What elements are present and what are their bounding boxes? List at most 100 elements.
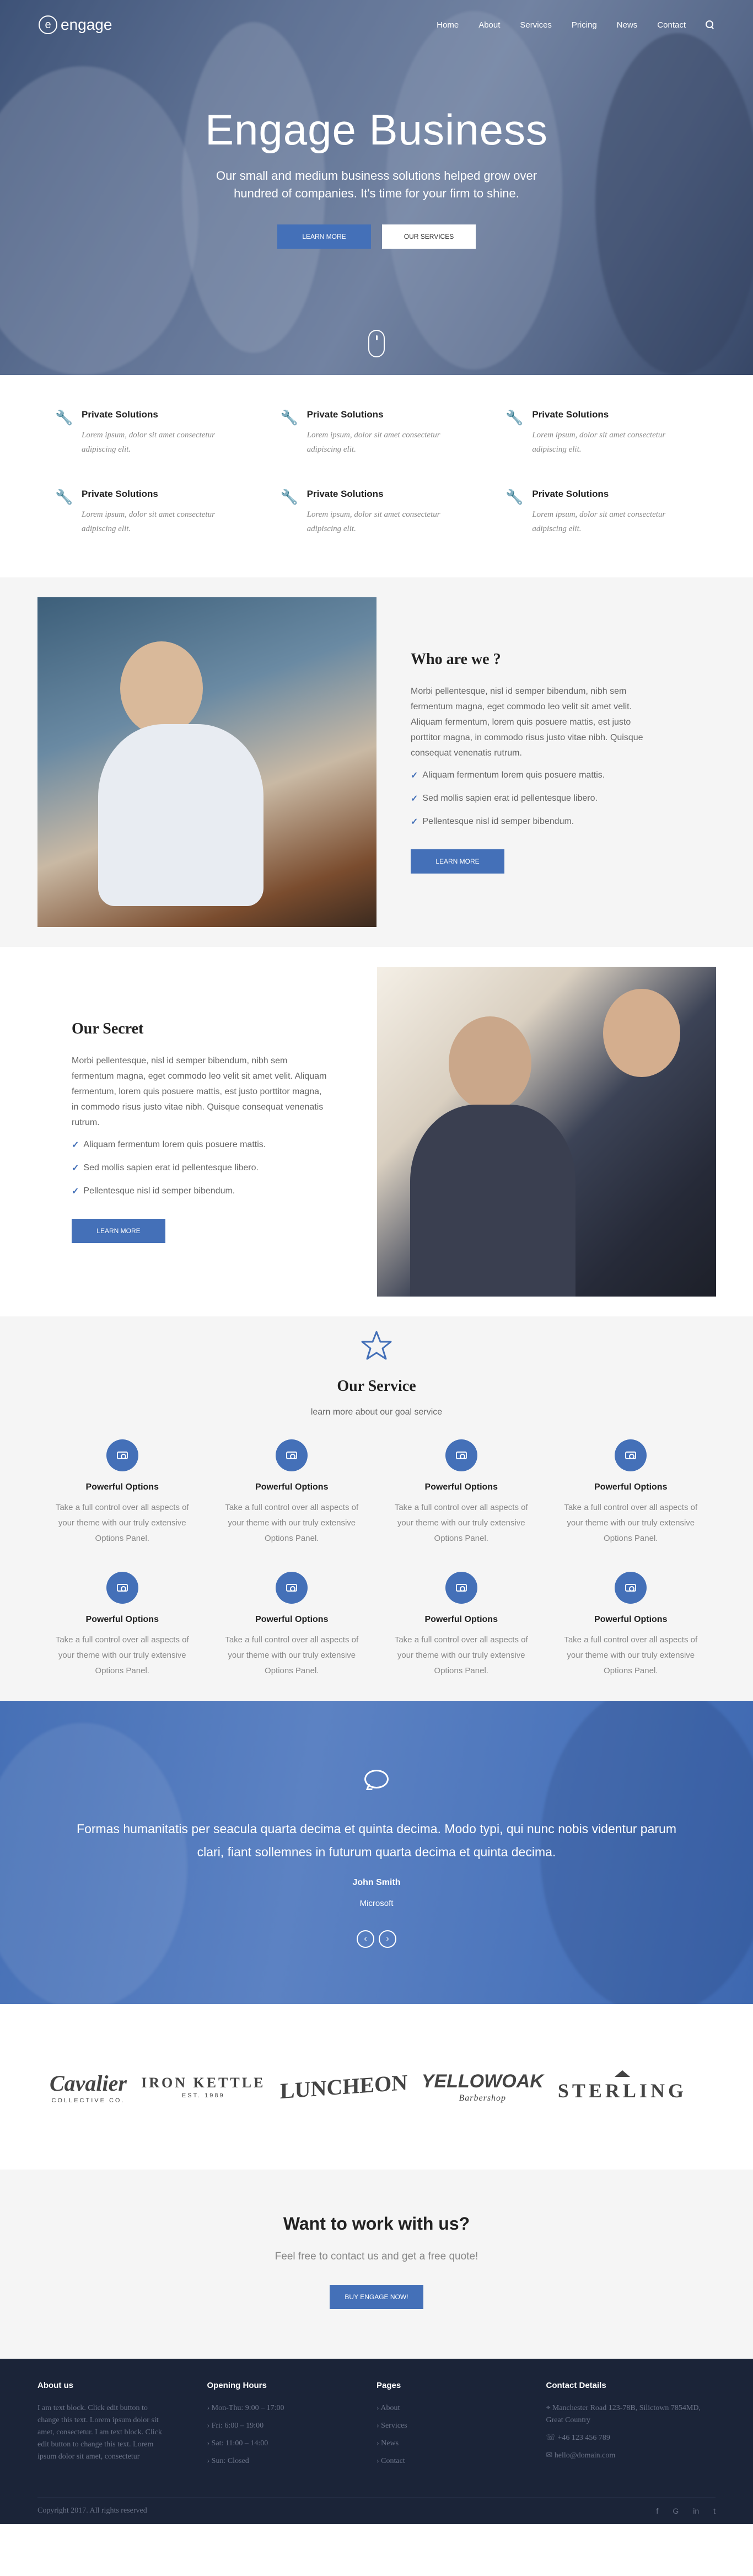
check-icon: ✓ — [411, 794, 418, 804]
hours-item: › Sun: Closed — [207, 2457, 249, 2465]
logo-luncheon: LUNCHEON — [279, 2069, 407, 2103]
logo-sterling: STERLING — [558, 2070, 687, 2103]
footer-pages: Pages › About › Services › News › Contac… — [376, 2381, 546, 2473]
feature-text: Lorem ipsum, dolor sit amet consectetur … — [532, 510, 666, 533]
service-item-text: Take a full control over all aspects of … — [394, 1635, 528, 1675]
check-item: ✓ Sed mollis sapien erat id pellentesque … — [72, 1163, 259, 1173]
feature-item: 🔧 Private Solutions Lorem ipsum, dolor si… — [505, 489, 698, 536]
footer-email[interactable]: ✉ hello@domain.com — [546, 2450, 716, 2462]
photo-figure-head — [120, 641, 203, 735]
about-title: Who are we ? — [411, 651, 501, 668]
mail-icon: ✉ — [546, 2451, 553, 2460]
nav-item-services[interactable]: Services — [520, 20, 552, 30]
service-item-text: Take a full control over all aspects of … — [55, 1503, 189, 1543]
service-item: Powerful Options Take a full control over… — [546, 1439, 716, 1546]
feature-item: 🔧 Private Solutions Lorem ipsum, dolor si… — [281, 489, 473, 536]
wrench-icon: 🔧 — [55, 489, 73, 505]
feature-text: Lorem ipsum, dolor sit amet consectetur … — [306, 431, 440, 454]
service-item-title: Powerful Options — [594, 1482, 668, 1492]
logo-cavalier: Cavalier COLLECTIVE CO. — [50, 2070, 127, 2104]
our-services-button[interactable]: OUR SERVICES — [382, 224, 476, 249]
service-subtitle: learn more about our goal service — [310, 1407, 443, 1417]
feature-text: Lorem ipsum, dolor sit amet consectetur … — [82, 510, 215, 533]
service-item-title: Powerful Options — [85, 1482, 159, 1492]
camera-icon — [615, 1572, 647, 1604]
check-item: ✓ Pellentesque nisl id semper bibendum. — [411, 817, 574, 827]
check-icon: ✓ — [72, 1140, 79, 1150]
footer-hours: Opening Hours › Mon-Thu: 9:00 – 17:00 › … — [207, 2381, 377, 2473]
check-item: ✓ Pellentesque nisl id semper bibendum. — [72, 1186, 235, 1196]
wrench-icon: 🔧 — [505, 489, 524, 505]
feature-text: Lorem ipsum, dolor sit amet consectetur … — [532, 431, 666, 454]
footer-link-about[interactable]: › About — [376, 2402, 546, 2414]
footer-link-news[interactable]: › News — [376, 2438, 546, 2450]
learn-more-button[interactable]: LEARN MORE — [277, 224, 371, 249]
footer: About us I am text block. Click edit but… — [0, 2359, 753, 2524]
service-item: Powerful Options Take a full control over… — [546, 1572, 716, 1679]
service-item: Powerful Options Take a full control over… — [207, 1572, 377, 1679]
testimonial-author: John Smith — [352, 1878, 401, 1887]
feature-title: Private Solutions — [532, 489, 609, 499]
service-item-title: Powerful Options — [85, 1615, 159, 1624]
nav-item-home[interactable]: Home — [437, 20, 459, 30]
nav-item-about[interactable]: About — [478, 20, 500, 30]
service-item: Powerful Options Take a full control over… — [376, 1439, 546, 1546]
scroll-mouse-icon[interactable] — [368, 330, 385, 357]
next-arrow-icon[interactable]: › — [379, 1930, 396, 1948]
speech-bubble-icon — [364, 1770, 389, 1788]
linkedin-icon[interactable]: in — [693, 2507, 699, 2515]
feature-title: Private Solutions — [82, 409, 158, 420]
photo-figure-head — [449, 1016, 531, 1110]
service-item-title: Powerful Options — [594, 1615, 668, 1624]
footer-about-text: I am text block. Click edit button to ch… — [37, 2404, 162, 2461]
service-item: Powerful Options Take a full control over… — [37, 1572, 207, 1679]
testimonial-section: Formas humanitatis per seacula quarta de… — [0, 1701, 753, 2004]
map-pin-icon: ⌖ — [546, 2404, 551, 2412]
camera-icon — [106, 1439, 138, 1471]
about-learn-more-button[interactable]: LEARN MORE — [411, 849, 504, 874]
nav-item-news[interactable]: News — [617, 20, 638, 30]
google-icon[interactable]: G — [673, 2507, 679, 2515]
logo-icon: e — [39, 15, 57, 34]
check-item: ✓ Aliquam fermentum lorem quis posuere ma… — [411, 770, 605, 780]
logo[interactable]: e engage — [39, 15, 112, 34]
check-item: ✓ Sed mollis sapien erat id pellentesque … — [411, 794, 598, 804]
testimonial-content: Formas humanitatis per seacula quarta de… — [0, 1701, 753, 1948]
footer-link-services[interactable]: › Services — [376, 2420, 546, 2432]
footer-about: About us I am text block. Click edit but… — [37, 2381, 207, 2473]
feature-title: Private Solutions — [82, 489, 158, 499]
main-nav: e engage Home About Services Pricing New… — [0, 0, 753, 50]
secret-text: Our Secret Morbi pellentesque, nisl id s… — [72, 1020, 331, 1243]
wrench-icon: 🔧 — [280, 489, 299, 505]
prev-arrow-icon[interactable]: ‹ — [357, 1930, 374, 1948]
twitter-icon[interactable]: t — [713, 2507, 716, 2515]
photo-figure-body — [98, 724, 263, 906]
service-item-text: Take a full control over all aspects of … — [394, 1503, 528, 1543]
feature-item: 🔧 Private Solutions Lorem ipsum, dolor si… — [505, 409, 698, 457]
hero-title: Engage Business — [205, 105, 548, 154]
nav-item-contact[interactable]: Contact — [657, 20, 686, 30]
testimonial-nav: ‹ › — [0, 1930, 753, 1948]
check-icon: ✓ — [411, 817, 418, 827]
search-icon[interactable] — [706, 20, 714, 29]
feature-item: 🔧 Private Solutions Lorem ipsum, dolor si… — [55, 489, 248, 536]
feature-item: 🔧 Private Solutions Lorem ipsum, dolor si… — [55, 409, 248, 457]
nav-item-pricing[interactable]: Pricing — [572, 20, 597, 30]
service-title: Our Service — [337, 1378, 416, 1395]
feature-title: Private Solutions — [532, 409, 609, 420]
service-item-text: Take a full control over all aspects of … — [564, 1503, 698, 1543]
wrench-icon: 🔧 — [55, 409, 73, 426]
secret-learn-more-button[interactable]: LEARN MORE — [72, 1219, 165, 1243]
about-photo — [37, 597, 376, 927]
footer-contact: Contact Details ⌖ Manchester Road 123-78… — [546, 2381, 716, 2473]
footer-link-contact[interactable]: › Contact — [376, 2455, 546, 2467]
hero-buttons: LEARN MORE OUR SERVICES — [0, 224, 753, 249]
facebook-icon[interactable]: f — [656, 2507, 658, 2515]
buy-now-button[interactable]: BUY ENGAGE NOW! — [330, 2285, 423, 2309]
testimonial-quote: Formas humanitatis per seacula quarta de… — [77, 1822, 676, 1859]
check-icon: ✓ — [411, 771, 418, 780]
secret-photo — [377, 967, 716, 1297]
footer-bottom: Copyright 2017. All rights reserved f G … — [37, 2497, 716, 2515]
about-paragraph: Morbi pellentesque, nisl id semper biben… — [411, 687, 643, 758]
client-logos: Cavalier COLLECTIVE CO. IRON KETTLE EST. 1… — [0, 2004, 753, 2170]
